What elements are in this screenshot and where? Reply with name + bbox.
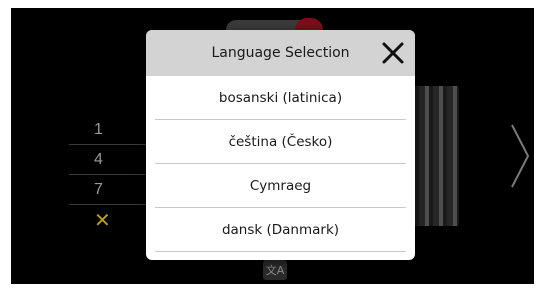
close-icon[interactable]: [381, 41, 405, 65]
keypad-key-4[interactable]: 4: [69, 145, 154, 175]
keypad-key-7[interactable]: 7: [69, 175, 154, 205]
keypad: 1 4 7 ✕: [69, 115, 154, 235]
chevron-right-icon[interactable]: [506, 121, 534, 191]
language-option[interactable]: čeština (Česko): [155, 120, 406, 164]
language-option[interactable]: bosanski (latinica): [155, 76, 406, 120]
language-selection-dialog: Language Selection bosanski (latinica) č…: [146, 30, 415, 260]
language-list: bosanski (latinica) čeština (Česko) Cymr…: [146, 76, 415, 252]
dialog-title: Language Selection: [211, 45, 350, 61]
language-option[interactable]: Cymraeg: [155, 164, 406, 208]
dialog-header: Language Selection: [146, 30, 415, 76]
keypad-cancel-key[interactable]: ✕: [69, 205, 154, 235]
language-option[interactable]: dansk (Danmark): [155, 208, 406, 252]
device-screen: 1 4 7 ✕ 文A Language Selection bosanski (…: [11, 8, 534, 284]
keypad-key-1[interactable]: 1: [69, 115, 154, 145]
translate-icon[interactable]: 文A: [263, 260, 287, 280]
